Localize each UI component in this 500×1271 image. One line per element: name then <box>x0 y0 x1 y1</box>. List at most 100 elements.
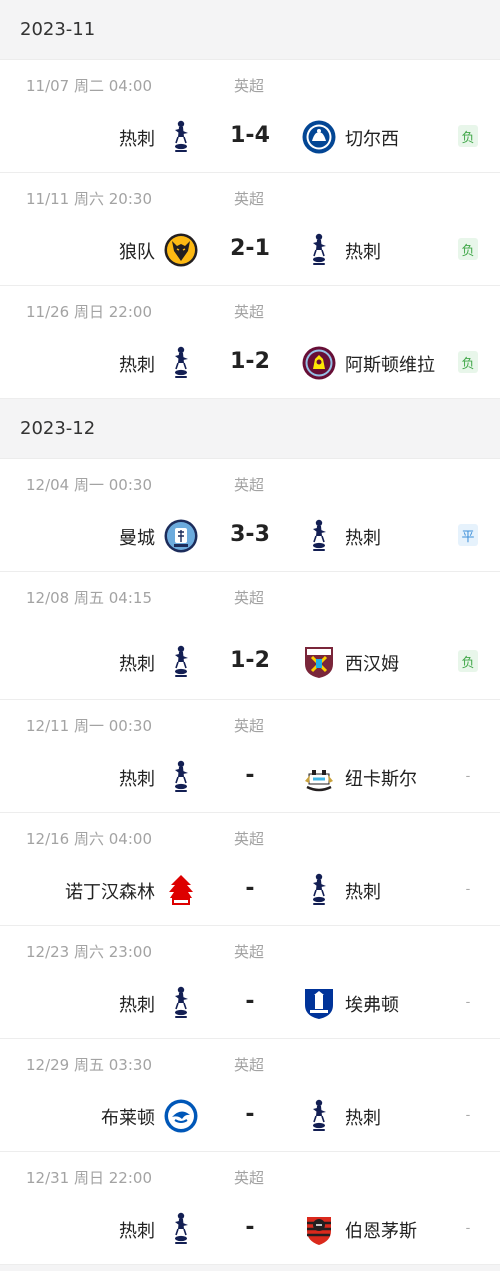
match-time: 12/23 周六 23:00 <box>26 943 152 961</box>
away-team-name[interactable]: 埃弗顿 <box>345 991 399 1017</box>
spurs-crest-icon[interactable] <box>301 872 337 908</box>
match-score: - <box>245 989 255 1014</box>
away-team-name[interactable]: 切尔西 <box>345 125 399 151</box>
result-badge: - <box>465 994 471 1010</box>
chelsea-crest-icon[interactable] <box>301 119 337 155</box>
home-team-name[interactable]: 热刺 <box>119 765 155 791</box>
wolves-crest-icon[interactable] <box>163 232 199 268</box>
result-badge: - <box>465 881 471 897</box>
away-team-name[interactable]: 阿斯顿维拉 <box>345 351 435 377</box>
away-team-name[interactable]: 热刺 <box>345 238 381 264</box>
result-badge: 负 <box>458 351 478 373</box>
match-score: 1-2 <box>230 349 270 374</box>
match-line: 热刺 1-2 阿斯顿维拉 负 <box>0 343 500 383</box>
spurs-crest-icon[interactable] <box>163 644 199 680</box>
newcastle-crest-icon[interactable] <box>301 759 337 795</box>
result-badge: - <box>465 1107 471 1123</box>
competition-label: 英超 <box>234 1169 265 1187</box>
match-time: 11/26 周日 22:00 <box>26 303 152 321</box>
competition-label: 英超 <box>234 830 265 848</box>
spurs-crest-icon[interactable] <box>301 1098 337 1134</box>
westham-crest-icon[interactable] <box>301 644 337 680</box>
match-line: 诺丁汉森林 - 热刺 - <box>0 870 500 910</box>
match-line: 曼城 3-3 热刺 平 <box>0 516 500 556</box>
away-team-name[interactable]: 热刺 <box>345 524 381 550</box>
competition-label: 英超 <box>234 190 265 208</box>
bottom-divider <box>0 1265 500 1271</box>
home-team-name[interactable]: 诺丁汉森林 <box>65 878 155 904</box>
match-row[interactable]: 11/07 周二 04:00 英超热刺 1-4 切尔西 负 <box>0 60 500 173</box>
competition-label: 英超 <box>234 476 265 494</box>
match-time: 12/31 周日 22:00 <box>26 1169 152 1187</box>
month-header: 2023-12 <box>0 399 500 459</box>
match-row[interactable]: 12/31 周日 22:00 英超热刺 - 伯恩茅斯 - <box>0 1152 500 1265</box>
month-header: 2023-11 <box>0 0 500 60</box>
match-score: 1-4 <box>230 123 270 148</box>
spurs-crest-icon[interactable] <box>163 985 199 1021</box>
away-team-name[interactable]: 伯恩茅斯 <box>345 1217 417 1243</box>
mancity-crest-icon[interactable] <box>163 518 199 554</box>
result-badge: - <box>465 768 471 784</box>
match-score: 2-1 <box>230 236 270 261</box>
competition-label: 英超 <box>234 589 265 607</box>
match-time: 12/08 周五 04:15 <box>26 589 152 607</box>
match-score: - <box>245 876 255 901</box>
match-row[interactable]: 12/04 周一 00:30 英超曼城 3-3 热刺 平 <box>0 459 500 572</box>
result-badge: - <box>465 1220 471 1236</box>
result-badge: 平 <box>458 524 478 546</box>
home-team-name[interactable]: 热刺 <box>119 125 155 151</box>
result-badge: 负 <box>458 125 478 147</box>
everton-crest-icon[interactable] <box>301 985 337 1021</box>
spurs-crest-icon[interactable] <box>163 1211 199 1247</box>
match-time: 11/11 周六 20:30 <box>26 190 152 208</box>
home-team-name[interactable]: 热刺 <box>119 1217 155 1243</box>
home-team-name[interactable]: 热刺 <box>119 351 155 377</box>
match-score: - <box>245 1215 255 1240</box>
match-row[interactable]: 11/26 周日 22:00 英超热刺 1-2 阿斯顿维拉 负 <box>0 286 500 399</box>
competition-label: 英超 <box>234 717 265 735</box>
result-badge: 负 <box>458 650 478 672</box>
home-team-name[interactable]: 狼队 <box>119 238 155 264</box>
away-team-name[interactable]: 热刺 <box>345 878 381 904</box>
match-time: 12/11 周一 00:30 <box>26 717 152 735</box>
match-line: 狼队 2-1 热刺 负 <box>0 230 500 270</box>
competition-label: 英超 <box>234 303 265 321</box>
home-team-name[interactable]: 热刺 <box>119 991 155 1017</box>
brighton-crest-icon[interactable] <box>163 1098 199 1134</box>
home-team-name[interactable]: 热刺 <box>119 650 155 676</box>
competition-label: 英超 <box>234 77 265 95</box>
match-row[interactable]: 12/23 周六 23:00 英超热刺 - 埃弗顿 - <box>0 926 500 1039</box>
fixture-list: 2023-11 11/07 周二 04:00 英超 热刺 1-4 切尔西负 11/11 周六… <box>0 0 500 1265</box>
match-line: 热刺 - 纽卡斯尔 - <box>0 757 500 797</box>
match-row[interactable]: 12/16 周六 04:00 英超诺丁汉森林 - 热刺 - <box>0 813 500 926</box>
match-score: 3-3 <box>230 522 270 547</box>
away-team-name[interactable]: 纽卡斯尔 <box>345 765 417 791</box>
match-time: 11/07 周二 04:00 <box>26 77 152 95</box>
spurs-crest-icon[interactable] <box>301 518 337 554</box>
spurs-crest-icon[interactable] <box>163 345 199 381</box>
match-time: 12/04 周一 00:30 <box>26 476 152 494</box>
away-team-name[interactable]: 西汉姆 <box>345 650 399 676</box>
home-team-name[interactable]: 曼城 <box>119 524 155 550</box>
match-row[interactable]: 12/11 周一 00:30 英超 热刺 - 纽卡斯尔 - <box>0 700 500 813</box>
spurs-crest-icon[interactable] <box>163 759 199 795</box>
bournemouth-crest-icon[interactable] <box>301 1211 337 1247</box>
villa-crest-icon[interactable] <box>301 345 337 381</box>
match-line: 热刺 1-4 切尔西 负 <box>0 117 500 157</box>
away-team-name[interactable]: 热刺 <box>345 1104 381 1130</box>
spurs-crest-icon[interactable] <box>301 232 337 268</box>
match-time: 12/16 周六 04:00 <box>26 830 152 848</box>
match-row[interactable]: 11/11 周六 20:30 英超狼队 2-1 热刺 负 <box>0 173 500 286</box>
match-line: 布莱顿 - 热刺 - <box>0 1096 500 1136</box>
home-team-name[interactable]: 布莱顿 <box>101 1104 155 1130</box>
match-line: 热刺 - 伯恩茅斯 - <box>0 1209 500 1249</box>
match-score: - <box>245 1102 255 1127</box>
spurs-crest-icon[interactable] <box>163 119 199 155</box>
forest-crest-icon[interactable] <box>163 872 199 908</box>
competition-label: 英超 <box>234 943 265 961</box>
result-badge: 负 <box>458 238 478 260</box>
match-line: 热刺 - 埃弗顿 - <box>0 983 500 1023</box>
match-score: 1-2 <box>230 648 270 673</box>
match-row[interactable]: 12/29 周五 03:30 英超 布莱顿 - 热刺 - <box>0 1039 500 1152</box>
match-row[interactable]: 12/08 周五 04:15 英超热刺 1-2 西汉姆 负 <box>0 572 500 700</box>
